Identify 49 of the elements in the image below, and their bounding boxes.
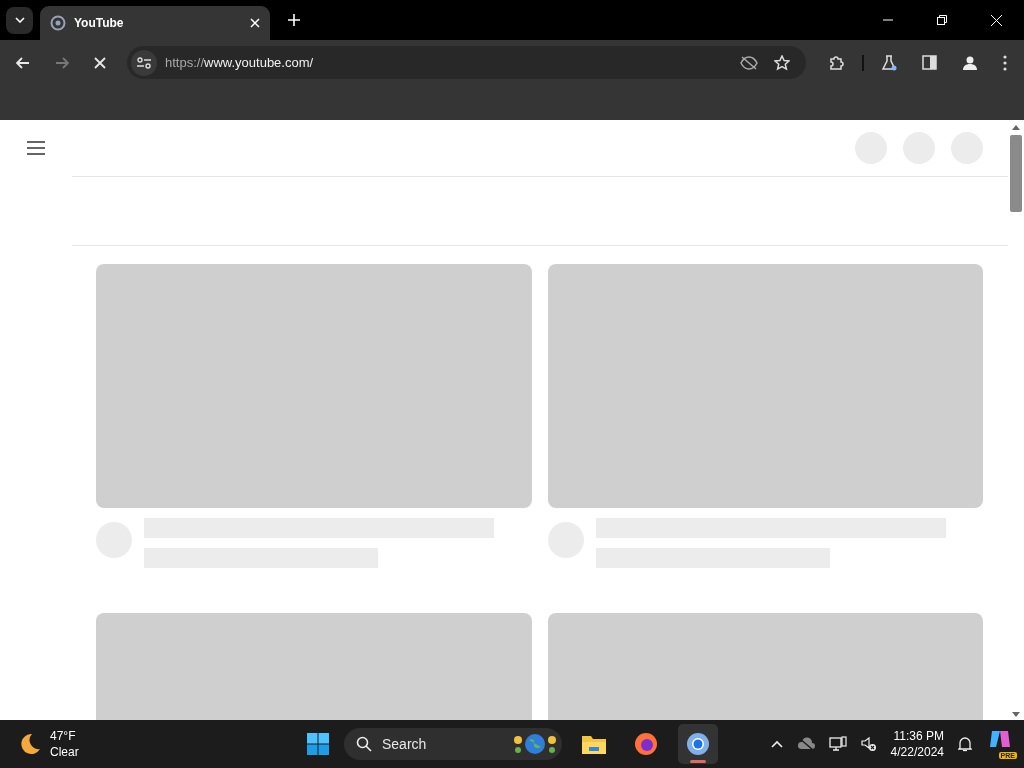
restore-icon[interactable]: [937, 15, 947, 25]
menu-icon[interactable]: [27, 141, 45, 155]
scrollbar-thumb[interactable]: [1010, 135, 1022, 212]
new-tab-icon[interactable]: [288, 14, 300, 26]
bell-icon[interactable]: [958, 736, 972, 752]
more-icon[interactable]: [1003, 54, 1007, 71]
site-settings-button[interactable]: [131, 49, 157, 76]
scroll-down-icon[interactable]: [1012, 712, 1020, 717]
temperature: 47°F: [50, 728, 77, 744]
loading-icon: [50, 15, 66, 31]
flask-icon[interactable]: [881, 54, 897, 71]
speaker-muted-icon[interactable]: [860, 736, 877, 752]
copilot-icon: [989, 729, 1011, 749]
chrome-icon: [686, 732, 710, 756]
clock-button[interactable]: 11:36 PM 4/22/2024: [890, 728, 944, 760]
cloud-off-icon[interactable]: [796, 737, 815, 751]
url-scheme: https://: [165, 55, 205, 70]
folder-icon: [581, 733, 607, 755]
time: 11:36 PM: [893, 728, 944, 744]
close-icon[interactable]: [250, 18, 260, 28]
back-icon[interactable]: [16, 56, 30, 69]
puzzle-icon[interactable]: [829, 54, 845, 71]
site-settings-icon: [137, 56, 151, 69]
scroll-up-icon[interactable]: [1012, 125, 1020, 130]
eye-slash-icon[interactable]: [740, 55, 758, 70]
moon-icon: [18, 732, 42, 756]
tab-title: YouTube: [74, 16, 125, 30]
stop-icon[interactable]: [94, 56, 106, 69]
start-icon[interactable]: [306, 732, 330, 756]
chevron-up-icon[interactable]: [770, 740, 783, 748]
address-bar[interactable]: https://www.youtube.com/: [127, 46, 806, 79]
chrome-app-button[interactable]: [678, 724, 718, 764]
side-panel-icon[interactable]: [922, 55, 937, 70]
profile-icon[interactable]: [962, 54, 978, 71]
search-icon: [356, 736, 372, 752]
date: 4/22/2024: [890, 744, 944, 760]
close-icon[interactable]: [991, 14, 1002, 26]
weather-condition: Clear: [50, 744, 79, 760]
search-box[interactable]: Search: [344, 728, 562, 760]
globe-drawing: [512, 732, 558, 756]
chevron-down-icon: [14, 17, 25, 23]
search-field[interactable]: Search: [380, 735, 504, 753]
firefox-icon: [634, 732, 658, 756]
star-icon[interactable]: [774, 54, 790, 71]
forward-icon[interactable]: [55, 56, 69, 69]
url-host: www.youtube.com/: [204, 55, 314, 70]
network-icon[interactable]: [828, 736, 847, 752]
browser-tab[interactable]: YouTube: [40, 6, 270, 40]
tab-list-button[interactable]: [6, 6, 33, 34]
